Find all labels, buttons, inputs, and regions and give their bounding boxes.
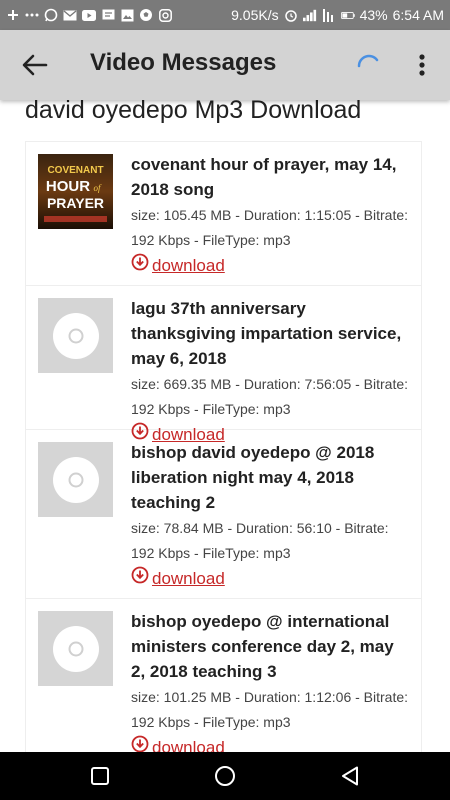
music-disc-icon bbox=[38, 442, 113, 517]
download-label: download bbox=[152, 569, 225, 588]
status-bar: 9.05K/s 43% 6:54 AM bbox=[0, 0, 450, 30]
loading-spinner-icon bbox=[355, 52, 383, 80]
download-icon bbox=[131, 566, 149, 591]
mail-icon bbox=[63, 8, 77, 22]
cover-text-4: PRAYER bbox=[47, 195, 104, 211]
instagram-icon bbox=[158, 8, 172, 22]
item-meta: size: 78.84 MB - Duration: 56:10 - Bitra… bbox=[131, 520, 389, 561]
circle-icon bbox=[213, 766, 237, 792]
item-title: bishop oyedepo @ international ministers… bbox=[131, 612, 394, 681]
download-label: download bbox=[152, 256, 225, 275]
more-notifications-icon bbox=[25, 8, 39, 22]
clock: 6:54 AM bbox=[392, 7, 444, 23]
download-link[interactable]: download bbox=[131, 253, 225, 278]
arrow-left-icon bbox=[20, 54, 50, 82]
football-icon bbox=[139, 8, 153, 22]
back-button[interactable] bbox=[20, 52, 50, 78]
list-item: COVENANT HOUR of PRAYER covenant hour of… bbox=[25, 141, 422, 286]
content-area[interactable]: david oyedepo Mp3 Download COVENANT HOUR bbox=[0, 100, 450, 752]
whatsapp-icon bbox=[44, 8, 58, 22]
network-speed: 9.05K/s bbox=[231, 7, 279, 23]
item-title: lagu 37th anniversary thanksgiving impar… bbox=[131, 299, 402, 368]
message-icon bbox=[101, 8, 115, 22]
download-list: COVENANT HOUR of PRAYER covenant hour of… bbox=[25, 141, 422, 752]
item-title: covenant hour of prayer, may 14, 2018 so… bbox=[131, 155, 397, 199]
back-nav-button[interactable] bbox=[338, 764, 362, 788]
app-title: Video Messages bbox=[90, 49, 277, 76]
download-label: download bbox=[152, 738, 225, 752]
alarm-icon bbox=[284, 8, 298, 22]
image-icon bbox=[120, 8, 134, 22]
item-title: bishop david oyedepo @ 2018 liberation n… bbox=[131, 443, 375, 512]
item-meta: size: 101.25 MB - Duration: 1:12:06 - Bi… bbox=[131, 689, 409, 730]
music-disc-icon bbox=[38, 298, 113, 373]
download-link[interactable]: download bbox=[131, 735, 225, 752]
cover-text-2: HOUR bbox=[46, 178, 90, 195]
battery-icon bbox=[340, 8, 355, 22]
square-icon bbox=[88, 767, 112, 792]
battery-percent: 43% bbox=[359, 7, 388, 23]
signal-icon bbox=[302, 8, 317, 22]
download-link[interactable]: download bbox=[131, 566, 225, 591]
recents-button[interactable] bbox=[88, 764, 112, 788]
cover-text-1: COVENANT bbox=[47, 165, 103, 176]
home-button[interactable] bbox=[213, 764, 237, 788]
album-cover-image: COVENANT HOUR of PRAYER bbox=[38, 154, 113, 229]
signal-2-icon bbox=[322, 8, 336, 22]
more-vert-icon bbox=[412, 54, 432, 84]
item-meta: size: 669.35 MB - Duration: 7:56:05 - Bi… bbox=[131, 376, 409, 417]
navigation-bar bbox=[0, 752, 450, 800]
more-options-button[interactable] bbox=[412, 50, 432, 80]
music-disc-icon bbox=[38, 611, 113, 686]
list-item: bishop david oyedepo @ 2018 liberation n… bbox=[25, 430, 422, 599]
page-heading: david oyedepo Mp3 Download bbox=[25, 100, 362, 124]
list-item: lagu 37th anniversary thanksgiving impar… bbox=[25, 286, 422, 444]
item-meta: size: 105.45 MB - Duration: 1:15:05 - Bi… bbox=[131, 207, 409, 248]
download-icon bbox=[131, 735, 149, 752]
download-icon bbox=[131, 253, 149, 278]
list-item: bishop oyedepo @ international ministers… bbox=[25, 599, 422, 752]
triangle-back-icon bbox=[338, 766, 362, 792]
plus-icon bbox=[6, 8, 20, 22]
app-bar: Video Messages bbox=[0, 30, 450, 100]
youtube-icon bbox=[82, 8, 96, 22]
